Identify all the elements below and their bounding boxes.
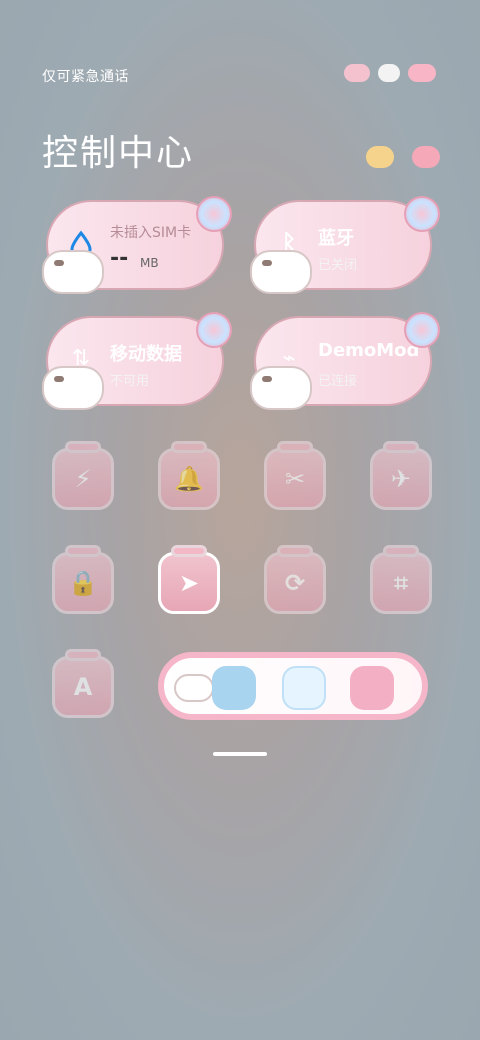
sim-status-label: 未插入SIM卡 [110,225,192,241]
header-decorations [366,146,440,168]
jar-lid [65,441,101,453]
data-usage-card[interactable]: 未插入SIM卡 -- MB [42,196,232,294]
theme-selector[interactable] [158,652,428,720]
lock-toggle[interactable]: 🔒 [52,545,114,614]
lollipop-decoration [196,312,232,348]
jar-lid [65,649,101,661]
data-usage-value: -- [110,246,129,271]
screenshot-toggle[interactable]: ✂ [264,441,326,510]
jar-lid [277,441,313,453]
bluetooth-card[interactable]: ᛒ 蓝牙 已关闭 [250,196,440,294]
mobile-data-card[interactable]: ⇅ 移动数据 不可用 [42,312,232,410]
font-icon: A [73,673,93,701]
white-bear-icon[interactable] [282,666,326,710]
hamster-decoration [42,250,104,294]
page-title: 控制中心 [42,133,195,174]
wifi-ssid: DemoMod [318,340,420,361]
jar-lid [171,441,207,453]
rotation-lock-toggle[interactable]: ⟳ [264,545,326,614]
jar-lid [383,441,419,453]
font-toggle[interactable]: A [52,649,114,718]
lollipop-decoration [404,312,440,348]
cloud-bars-icon [344,64,370,82]
lock-icon: 🔒 [68,569,98,597]
flashlight-toggle[interactable]: ⚡ [52,441,114,510]
airplane-toggle[interactable]: ✈ [370,441,432,510]
lollipop-decoration [196,196,232,232]
mobile-data-status: 不可用 [110,374,150,389]
candy-icon [408,64,436,82]
jar-lid [383,545,419,557]
wifi-status: 已连接 [318,374,358,389]
jar-lid [171,545,207,557]
screenshot-icon: ✂ [284,465,306,493]
data-usage-unit: MB [140,256,159,270]
status-text: 仅可紧急通话 [42,69,129,85]
scan-toggle[interactable]: ⌗ [370,545,432,614]
jar-lid [65,545,101,557]
candy-icon [366,146,394,168]
bell-icon: 🔔 [174,465,204,493]
scan-icon: ⌗ [394,569,408,597]
hamster-decoration [250,366,312,410]
hamster-icon [174,674,214,702]
status-icons [344,64,436,82]
heart-candy-icon [412,146,440,168]
pink-bear-icon[interactable] [350,666,394,710]
bell-toggle[interactable]: 🔔 [158,441,220,510]
wifi-cat-icon [378,64,400,82]
hamster-decoration [42,366,104,410]
bluetooth-label: 蓝牙 [318,228,354,249]
location-toggle[interactable]: ➤ [158,545,220,614]
location-icon: ➤ [178,569,200,597]
jar-lid [277,545,313,557]
flashlight-icon: ⚡ [74,465,92,493]
airplane-icon: ✈ [390,465,412,493]
rotation-lock-icon: ⟳ [284,569,306,597]
lollipop-decoration [404,196,440,232]
bluetooth-status: 已关闭 [318,258,358,273]
mobile-data-label: 移动数据 [110,344,182,365]
blue-bear-icon[interactable] [212,666,256,710]
hamster-decoration [250,250,312,294]
wifi-card[interactable]: ⌁ DemoMod 已连接 [250,312,440,410]
home-indicator[interactable] [213,752,267,756]
